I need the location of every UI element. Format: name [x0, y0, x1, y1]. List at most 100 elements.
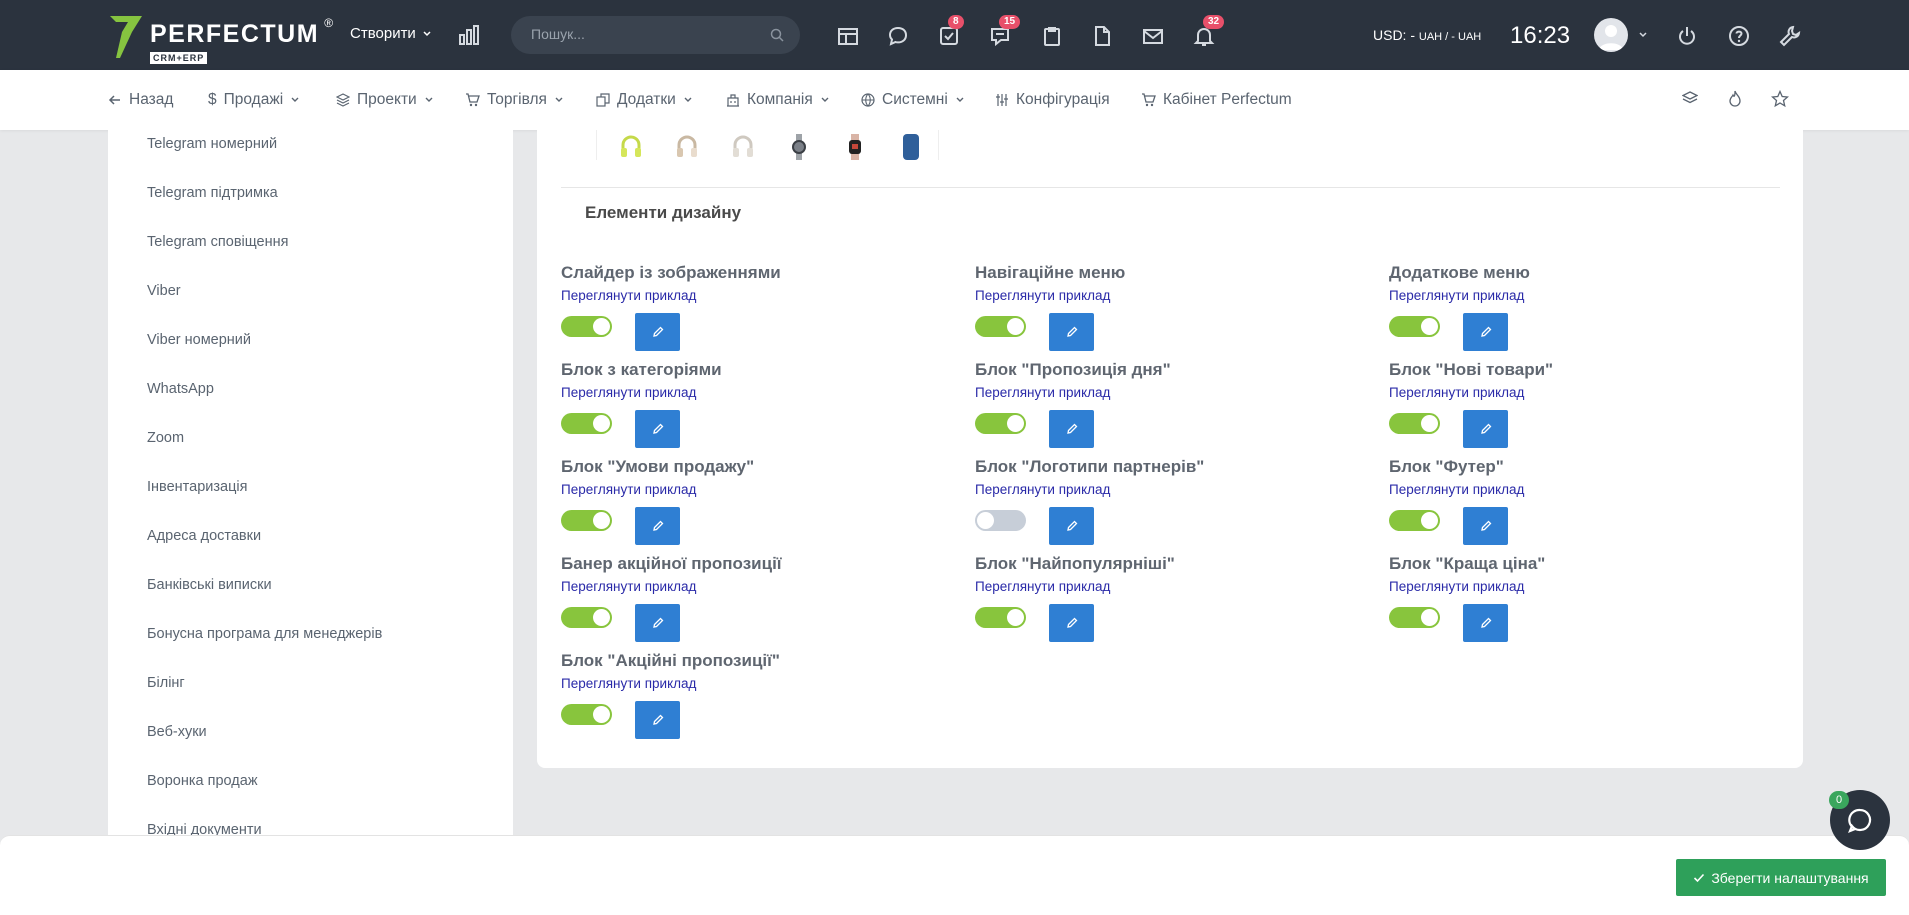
calendar-icon[interactable] [836, 24, 860, 48]
edit-button[interactable] [635, 313, 680, 351]
chat-icon[interactable] [886, 24, 910, 48]
search-box[interactable] [511, 16, 800, 54]
view-example-link[interactable]: Переглянути приклад [1389, 579, 1789, 595]
mail-icon[interactable] [1141, 24, 1165, 48]
sidebar-item[interactable]: Воронка продаж [147, 773, 258, 789]
sidebar-item[interactable]: Банківські виписки [147, 577, 272, 593]
toggle-switch[interactable] [561, 510, 612, 531]
sidebar-item[interactable]: Веб-хуки [147, 724, 207, 740]
stats-icon[interactable] [458, 24, 480, 49]
document-icon[interactable] [1090, 24, 1114, 48]
section-divider [561, 187, 1780, 188]
edit-button[interactable] [635, 410, 680, 448]
chevron-down-icon [555, 97, 563, 102]
headphones-thumbnail-icon[interactable] [723, 132, 763, 162]
toggle-switch[interactable] [561, 704, 612, 725]
view-example-link[interactable]: Переглянути приклад [561, 385, 961, 401]
nav-configuration[interactable]: Конфігурація [995, 91, 1110, 109]
toggle-switch[interactable] [1389, 607, 1440, 628]
toggle-switch[interactable] [561, 607, 612, 628]
sidebar-item[interactable]: Telegram номерний [147, 136, 277, 152]
nav-back[interactable]: Назад [108, 91, 173, 109]
toggle-switch[interactable] [975, 316, 1026, 337]
nav-trade[interactable]: Торгівля [465, 91, 564, 109]
edit-button[interactable] [1463, 604, 1508, 642]
toggle-switch[interactable] [561, 316, 612, 337]
edit-button[interactable] [635, 507, 680, 545]
feature-sales-terms-block: Блок "Умови продажу" Переглянути приклад [561, 457, 961, 545]
headphones-thumbnail-icon[interactable] [611, 132, 651, 162]
edit-button[interactable] [635, 604, 680, 642]
avatar[interactable] [1594, 18, 1628, 52]
sidebar-item[interactable]: Viber номерний [147, 332, 251, 348]
brand-sub: CRM+ERP [150, 51, 208, 64]
chevron-down-icon[interactable] [1638, 30, 1648, 40]
sidebar-item[interactable]: Telegram сповіщення [147, 234, 288, 250]
edit-button[interactable] [1049, 313, 1094, 351]
nav-projects[interactable]: Проекти [336, 91, 434, 109]
view-example-link[interactable]: Переглянути приклад [561, 288, 961, 304]
nav-sales[interactable]: $ Продажі [208, 91, 300, 109]
help-icon[interactable] [1727, 24, 1751, 48]
wrench-icon[interactable] [1778, 24, 1802, 48]
nav-perfectum-cabinet[interactable]: Кабінет Perfectum [1141, 91, 1292, 109]
star-icon[interactable] [1770, 89, 1790, 111]
create-label: Створити [350, 25, 416, 42]
view-example-link[interactable]: Переглянути приклад [561, 482, 961, 498]
nav-addons[interactable]: Додатки [596, 91, 693, 109]
edit-button[interactable] [1049, 604, 1094, 642]
sidebar-item[interactable]: Вхідні документи [147, 822, 262, 835]
save-settings-button[interactable]: Зберегти налаштування [1676, 859, 1886, 896]
toggle-switch[interactable] [975, 413, 1026, 434]
sidebar-item[interactable]: Адреса доставки [147, 528, 261, 544]
nav-system[interactable]: Системні [861, 91, 965, 109]
sidebar-item[interactable]: Zoom [147, 430, 184, 446]
bell-icon[interactable]: 32 [1192, 15, 1225, 48]
edit-button[interactable] [1463, 313, 1508, 351]
sidebar-item[interactable]: Telegram підтримка [147, 185, 278, 201]
view-example-link[interactable]: Переглянути приклад [1389, 385, 1789, 401]
search-icon[interactable] [770, 28, 784, 42]
view-example-link[interactable]: Переглянути приклад [975, 579, 1375, 595]
edit-button[interactable] [1049, 507, 1094, 545]
headphones-thumbnail-icon[interactable] [667, 132, 707, 162]
chevron-down-icon [684, 97, 692, 102]
tasks-icon[interactable]: 8 [937, 15, 964, 48]
sidebar-item[interactable]: Viber [147, 283, 181, 299]
view-example-link[interactable]: Переглянути приклад [561, 676, 961, 692]
fire-icon[interactable] [1727, 90, 1743, 111]
layers-icon[interactable] [1681, 90, 1699, 109]
edit-button[interactable] [1049, 410, 1094, 448]
sidebar-item[interactable]: Бонусна програма для менеджерів [147, 626, 382, 642]
sidebar-item[interactable]: Інвентаризація [147, 479, 247, 495]
edit-button[interactable] [1463, 410, 1508, 448]
smartwatch-thumbnail-icon[interactable] [835, 132, 875, 162]
toggle-switch[interactable] [1389, 413, 1440, 434]
nav-company[interactable]: Компанія [726, 91, 830, 109]
clipboard-icon[interactable] [1040, 24, 1064, 48]
power-icon[interactable] [1675, 24, 1699, 48]
toggle-knob [593, 318, 610, 335]
feature-title: Додаткове меню [1389, 263, 1530, 282]
view-example-link[interactable]: Переглянути приклад [975, 482, 1375, 498]
toggle-switch[interactable] [1389, 316, 1440, 337]
edit-button[interactable] [1463, 507, 1508, 545]
view-example-link[interactable]: Переглянути приклад [975, 288, 1375, 304]
create-button[interactable]: Створити [350, 25, 432, 42]
view-example-link[interactable]: Переглянути приклад [975, 385, 1375, 401]
toggle-switch[interactable] [1389, 510, 1440, 531]
toggle-switch[interactable] [975, 607, 1026, 628]
smartwatch-thumbnail-icon[interactable] [779, 132, 819, 162]
toggle-switch[interactable] [561, 413, 612, 434]
edit-button[interactable] [635, 701, 680, 739]
brand-logo[interactable]: PERFECTUM ® CRM+ERP [108, 14, 333, 64]
speaker-thumbnail-icon[interactable] [891, 132, 931, 162]
search-input[interactable] [531, 26, 761, 42]
view-example-link[interactable]: Переглянути приклад [561, 579, 961, 595]
messages-icon[interactable]: 15 [988, 15, 1021, 48]
sidebar-item[interactable]: WhatsApp [147, 381, 214, 397]
sidebar-item[interactable]: Білінг [147, 675, 185, 691]
view-example-link[interactable]: Переглянути приклад [1389, 482, 1789, 498]
toggle-switch[interactable] [975, 510, 1026, 531]
view-example-link[interactable]: Переглянути приклад [1389, 288, 1789, 304]
